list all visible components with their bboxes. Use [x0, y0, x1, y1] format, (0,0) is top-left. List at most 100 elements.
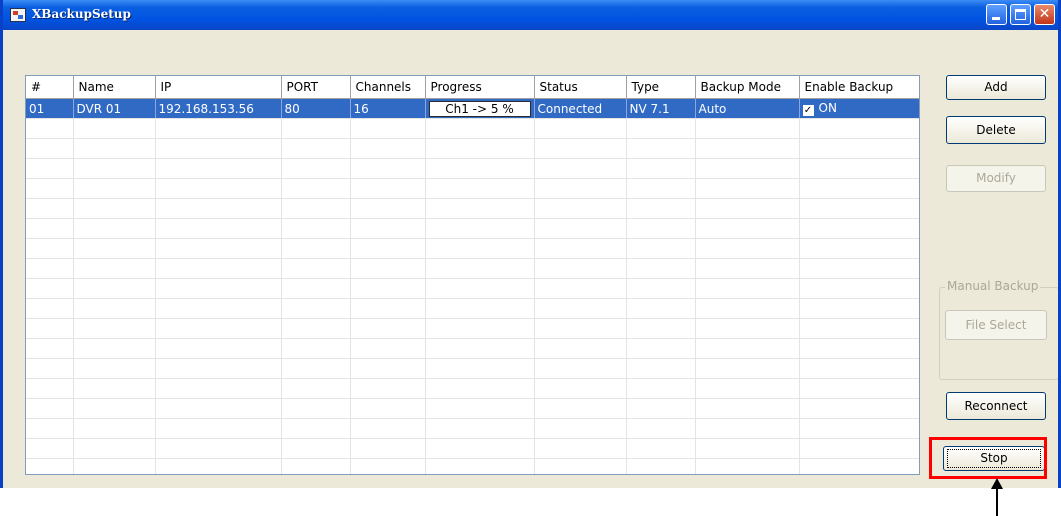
empty-cell [350, 438, 426, 459]
empty-cell [73, 238, 156, 259]
empty-cell [799, 338, 919, 359]
empty-table-row[interactable] [26, 138, 919, 159]
empty-cell [26, 278, 74, 299]
empty-table-row[interactable] [26, 158, 919, 179]
empty-cell [695, 358, 800, 379]
empty-table-row[interactable] [26, 118, 919, 139]
enable-backup-checkbox[interactable]: ✓ [802, 105, 814, 116]
title-bar[interactable]: XBackupSetup ✕ [3, 0, 1058, 30]
empty-cell [281, 198, 351, 219]
empty-cell [799, 378, 919, 399]
maximize-button[interactable] [1010, 4, 1031, 25]
empty-cell [281, 278, 351, 299]
table-row[interactable]: 01 DVR 01 192.168.153.56 80 16 Ch1 -> 5 … [26, 98, 919, 119]
dvr-list[interactable]: # Name IP PORT Channels Progress Status … [25, 75, 920, 475]
minimize-icon [992, 17, 1000, 20]
empty-cell [26, 178, 74, 199]
empty-cell [73, 278, 156, 299]
empty-table-row[interactable] [26, 438, 919, 459]
empty-table-row[interactable] [26, 318, 919, 339]
empty-cell [425, 378, 535, 399]
modify-button[interactable]: Modify [946, 165, 1046, 192]
empty-table-row[interactable] [26, 278, 919, 299]
reconnect-button[interactable]: Reconnect [946, 392, 1046, 420]
empty-cell [281, 318, 351, 339]
minimize-button[interactable] [986, 4, 1007, 25]
column-header-progress[interactable]: Progress [425, 76, 535, 99]
empty-cell [534, 178, 627, 199]
empty-table-row[interactable] [26, 458, 919, 474]
empty-cell [534, 218, 627, 239]
empty-cell [626, 118, 696, 139]
empty-table-row[interactable] [26, 238, 919, 259]
dvr-table: # Name IP PORT Channels Progress Status … [26, 76, 919, 474]
empty-cell [626, 278, 696, 299]
add-button[interactable]: Add [946, 75, 1046, 100]
column-header-number[interactable]: # [26, 76, 74, 99]
empty-cell [26, 398, 74, 419]
empty-cell [73, 378, 156, 399]
column-header-ip[interactable]: IP [155, 76, 282, 99]
row-progress: Ch1 -> 5 % [428, 101, 531, 117]
empty-cell [799, 218, 919, 239]
empty-table-row[interactable] [26, 218, 919, 239]
empty-cell [799, 118, 919, 139]
column-header-type[interactable]: Type [626, 76, 696, 99]
empty-cell [73, 418, 156, 439]
file-select-button[interactable]: File Select [945, 310, 1047, 340]
empty-table-row[interactable] [26, 298, 919, 319]
column-header-name[interactable]: Name [73, 76, 156, 99]
empty-cell [350, 158, 426, 179]
empty-cell [26, 138, 74, 159]
column-header-backup-mode[interactable]: Backup Mode [695, 76, 800, 99]
empty-table-row[interactable] [26, 338, 919, 359]
row-backup-mode: Auto [695, 98, 800, 119]
empty-cell [155, 318, 282, 339]
empty-table-row[interactable] [26, 178, 919, 199]
empty-cell [26, 378, 74, 399]
empty-table-row[interactable] [26, 198, 919, 219]
empty-cell [695, 418, 800, 439]
empty-cell [350, 418, 426, 439]
empty-cell [73, 438, 156, 459]
empty-cell [350, 378, 426, 399]
empty-cell [281, 418, 351, 439]
empty-table-row[interactable] [26, 358, 919, 379]
empty-cell [26, 298, 74, 319]
column-header-enable-backup[interactable]: Enable Backup [799, 76, 919, 99]
empty-cell [695, 318, 800, 339]
empty-cell [695, 198, 800, 219]
column-header-status[interactable]: Status [534, 76, 627, 99]
empty-cell [695, 178, 800, 199]
empty-cell [534, 258, 627, 279]
maximize-icon [1015, 9, 1026, 20]
empty-cell [534, 118, 627, 139]
empty-cell [350, 138, 426, 159]
empty-table-row[interactable] [26, 398, 919, 419]
column-header-port[interactable]: PORT [281, 76, 351, 99]
empty-cell [695, 218, 800, 239]
empty-cell [155, 338, 282, 359]
empty-table-row[interactable] [26, 418, 919, 439]
empty-cell [73, 258, 156, 279]
empty-cell [425, 418, 535, 439]
empty-cell [26, 118, 74, 139]
app-window: XBackupSetup ✕ # Name IP PORT Channels P… [0, 0, 1061, 488]
empty-cell [26, 458, 74, 474]
empty-cell [425, 118, 535, 139]
empty-cell [350, 238, 426, 259]
row-port: 80 [281, 98, 351, 119]
delete-button[interactable]: Delete [946, 116, 1046, 144]
empty-cell [26, 258, 74, 279]
empty-table-row[interactable] [26, 258, 919, 279]
empty-cell [534, 238, 627, 259]
empty-cell [73, 218, 156, 239]
column-header-channels[interactable]: Channels [350, 76, 426, 99]
stop-button[interactable]: Stop [943, 446, 1045, 471]
empty-cell [626, 318, 696, 339]
empty-table-row[interactable] [26, 378, 919, 399]
empty-cell [799, 438, 919, 459]
close-button[interactable]: ✕ [1034, 4, 1055, 25]
empty-cell [281, 218, 351, 239]
empty-cell [425, 458, 535, 474]
